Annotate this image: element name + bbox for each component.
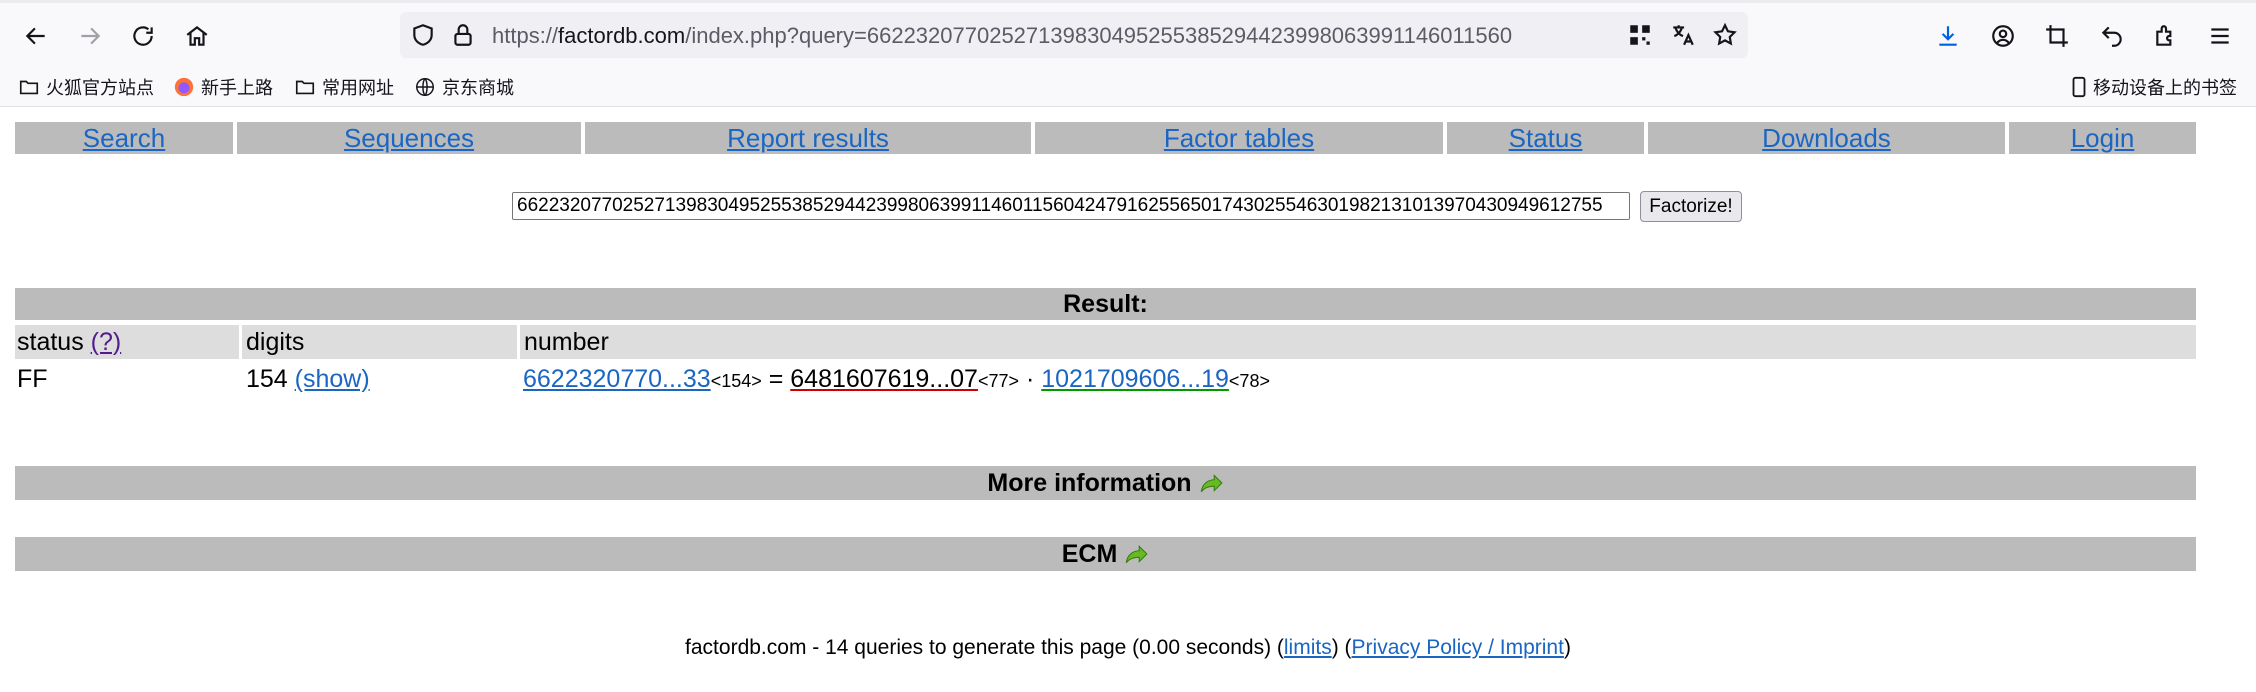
nav-status: Status <box>1447 122 1644 154</box>
nav-report-results: Report results <box>585 122 1031 154</box>
bookmark-item[interactable]: 火狐官方站点 <box>18 72 154 102</box>
footer-text: ) ( <box>1331 636 1352 659</box>
mobile-bookmarks[interactable]: 移动设备上的书签 <box>2071 72 2237 102</box>
nav-sequences-link[interactable]: Sequences <box>344 123 474 154</box>
account-icon[interactable] <box>1984 17 2022 55</box>
nav-login-link[interactable]: Login <box>2071 123 2135 154</box>
factor-1-link[interactable]: 6481607619...07 <box>790 365 978 394</box>
query-input[interactable]: 6622320770252713983049525538529442399806… <box>512 192 1630 220</box>
status-header-label: status <box>17 327 84 356</box>
nav-factor-tables-link[interactable]: Factor tables <box>1164 123 1314 154</box>
undo-icon[interactable] <box>2093 17 2131 55</box>
digits-cell: 154 (show) <box>246 365 370 399</box>
extensions-icon[interactable] <box>2147 17 2185 55</box>
url-bar[interactable]: https://factordb.com/index.php?query=662… <box>400 12 1748 58</box>
globe-icon <box>414 76 436 98</box>
status-help-link[interactable]: (?) <box>91 328 122 357</box>
result-title: Result: <box>15 288 2196 320</box>
factorization-cell: 6622320770...33 <154> = 6481607619...07 <7… <box>523 365 1270 399</box>
factor-1-digit-count: <77> <box>977 371 1019 391</box>
factor-2-digit-count: <78> <box>1228 371 1270 391</box>
footer-text: ) <box>1563 636 1571 659</box>
mobile-device-icon <box>2071 76 2087 98</box>
nav-login: Login <box>2009 122 2196 154</box>
nav-report-results-link[interactable]: Report results <box>727 123 889 154</box>
footer-text: factordb.com - 14 queries to generate th… <box>685 636 1284 659</box>
bookmark-item[interactable]: 常用网址 <box>294 72 394 102</box>
downloads-icon[interactable] <box>1929 17 1967 55</box>
screenshot-icon[interactable] <box>2038 17 2076 55</box>
firefox-icon <box>173 76 195 98</box>
forward-icon[interactable] <box>71 17 109 55</box>
bookmark-label: 常用网址 <box>322 78 394 99</box>
nav-downloads-link[interactable]: Downloads <box>1762 123 1891 154</box>
status-header: status (?) <box>15 325 121 359</box>
privacy-link[interactable]: Privacy Policy / Imprint <box>1352 636 1564 659</box>
nav-sequences: Sequences <box>237 122 581 154</box>
qr-code-icon[interactable] <box>1627 22 1653 48</box>
translate-icon[interactable] <box>1670 22 1696 48</box>
more-information-label: More information <box>987 468 1192 497</box>
bookmark-label: 新手上路 <box>201 78 273 99</box>
number-link[interactable]: 6622320770...33 <box>523 365 711 394</box>
number-header: number <box>524 327 609 356</box>
ecm-label: ECM <box>1061 539 1118 568</box>
browser-toolbar: https://factordb.com/index.php?query=662… <box>0 0 2256 71</box>
equals-sign: = <box>768 365 784 393</box>
reload-icon[interactable] <box>124 17 162 55</box>
result-header-row: status (?) digits number <box>15 325 2196 359</box>
folder-icon <box>18 76 40 98</box>
limits-link[interactable]: limits <box>1284 636 1332 659</box>
folder-icon <box>294 76 316 98</box>
nav-downloads: Downloads <box>1648 122 2005 154</box>
bookmark-label: 火狐官方站点 <box>46 78 154 99</box>
page-footer: factordb.com - 14 queries to generate th… <box>0 636 2256 660</box>
bookmark-star-icon[interactable] <box>1712 22 1738 48</box>
home-icon[interactable] <box>178 17 216 55</box>
nav-factor-tables: Factor tables <box>1035 122 1443 154</box>
mobile-bookmarks-label: 移动设备上的书签 <box>2093 78 2237 99</box>
digits-header: digits <box>246 327 305 356</box>
bookmark-item[interactable]: 京东商城 <box>414 72 514 102</box>
tracking-shield-icon[interactable] <box>410 22 436 48</box>
factorize-button[interactable]: Factorize! <box>1640 191 1742 222</box>
nav-search-link[interactable]: Search <box>83 123 165 154</box>
more-information-bar[interactable]: More information <box>15 466 2196 500</box>
lock-icon[interactable] <box>450 22 476 48</box>
url-text[interactable]: https://factordb.com/index.php?query=662… <box>492 22 1512 50</box>
ecm-bar[interactable]: ECM <box>15 537 2196 571</box>
menu-icon[interactable] <box>2201 17 2239 55</box>
column-divider <box>517 325 520 359</box>
factor-2-link[interactable]: 1021709606...19 <box>1041 365 1229 394</box>
show-digits-link[interactable]: (show) <box>295 365 370 394</box>
digits-value: 154 <box>246 365 288 393</box>
expand-arrow-icon[interactable] <box>1123 541 1149 567</box>
back-icon[interactable] <box>17 17 55 55</box>
nav-search: Search <box>15 122 233 154</box>
bookmark-label: 京东商城 <box>442 78 514 99</box>
multiply-dot: · <box>1025 365 1035 393</box>
nav-status-link[interactable]: Status <box>1509 123 1583 154</box>
expand-arrow-icon[interactable] <box>1198 470 1224 496</box>
bookmark-item[interactable]: 新手上路 <box>173 72 273 102</box>
status-value: FF <box>17 365 48 393</box>
bookmarks-toolbar: 火狐官方站点 新手上路 常用网址 京东商城 移动设备上的书签 <box>0 68 2256 107</box>
column-divider <box>239 325 242 359</box>
number-digit-count: <154> <box>710 371 762 391</box>
